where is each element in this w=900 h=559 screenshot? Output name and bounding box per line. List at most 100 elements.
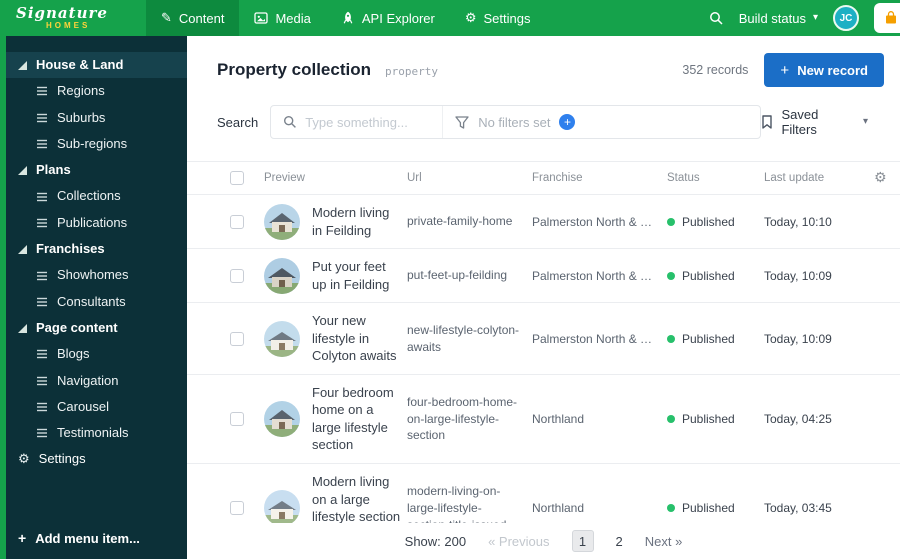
select-all-checkbox[interactable] (230, 171, 244, 185)
plus-icon: + (780, 61, 790, 79)
sidebar-item-label: Page content (36, 319, 118, 335)
column-url: Url (407, 172, 422, 184)
row-checkbox[interactable] (230, 411, 244, 426)
sidebar-item-plans[interactable]: Plans (0, 157, 187, 183)
filter-funnel-icon (455, 115, 469, 129)
table-row[interactable]: Modern living in Feilding private-family… (187, 195, 900, 250)
preview-thumbnail (264, 320, 300, 357)
status-dot (667, 217, 675, 226)
sidebar-item-blogs[interactable]: Blogs (0, 341, 187, 367)
content-header: Property collection property 352 records… (187, 36, 900, 97)
tab-settings[interactable]: ⚙ Settings (450, 0, 546, 36)
table-row[interactable]: Put your feet up in Feilding put-feet-up… (187, 249, 900, 304)
sidebar-item-label: Settings (38, 451, 86, 467)
sidebar-item-house-and-land[interactable]: House & Land (0, 52, 187, 79)
build-status-label: Build status (738, 10, 806, 26)
search-icon[interactable] (709, 11, 724, 26)
preview-thumbnail (264, 400, 300, 437)
sidebar-item-page-content[interactable]: Page content (0, 315, 187, 341)
logo-script-text: Signature (16, 3, 108, 22)
avatar[interactable]: JC (833, 5, 859, 31)
list-icon (36, 296, 48, 308)
search-label: Search (217, 114, 259, 130)
sidebar-item-publications[interactable]: Publications (0, 210, 187, 236)
apps-button[interactable] (874, 3, 900, 33)
pencil-icon: ✎ (161, 10, 172, 26)
previous-page-button[interactable]: « Previous (488, 534, 549, 549)
record-last-update: Today, 10:09 (764, 331, 832, 346)
row-checkbox[interactable] (230, 331, 244, 346)
expand-triangle-icon (18, 244, 27, 254)
status-text: Published (682, 411, 735, 426)
record-franchise: Palmerston North & … (532, 331, 653, 346)
list-icon (36, 375, 48, 387)
no-filters-text: No filters set (478, 114, 551, 130)
build-status-dropdown[interactable]: Build status ▾ (739, 11, 818, 26)
filter-row: Search No filters set + Saved Filters ▾ (187, 97, 900, 153)
tab-settings-label: Settings (483, 10, 531, 26)
sidebar-item-label: Publications (57, 214, 128, 230)
table-row[interactable]: Your new lifestyle in Colyton awaits new… (187, 303, 900, 375)
table-row[interactable]: Four bedroom home on a large lifestyle s… (187, 375, 900, 465)
record-franchise: Palmerston North & … (532, 268, 653, 283)
sidebar-item-label: Navigation (57, 372, 119, 388)
page-button-1[interactable]: 1 (571, 530, 594, 552)
status-dot (667, 414, 675, 423)
topbar: Signature HOMES ✎ Content Media API Expl… (0, 0, 900, 36)
page-button-2[interactable]: 2 (616, 534, 623, 549)
next-page-button[interactable]: Next » (645, 534, 683, 549)
row-checkbox[interactable] (230, 214, 244, 229)
row-checkbox[interactable] (230, 501, 244, 516)
sidebar-item-label: Collections (57, 188, 121, 204)
expand-triangle-icon (18, 323, 27, 333)
app-logo[interactable]: Signature HOMES (0, 0, 146, 36)
tab-media[interactable]: Media (239, 0, 325, 36)
record-status: Published (667, 412, 764, 426)
record-title: Modern living in Feilding (312, 205, 390, 238)
sidebar-item-testimonials[interactable]: Testimonials (0, 420, 187, 446)
column-settings-gear-icon[interactable]: ⚙ (874, 170, 887, 186)
record-last-update: Today, 04:25 (764, 411, 832, 426)
record-url: put-feet-up-feilding (407, 268, 508, 283)
saved-filters-dropdown[interactable]: Saved Filters ▾ (761, 107, 884, 137)
search-icon (283, 115, 297, 129)
preview-thumbnail (264, 490, 300, 527)
sidebar-item-sub-regions[interactable]: Sub-regions (0, 131, 187, 157)
sidebar-menu: House & Land Regions Suburbs Sub-regions… (0, 36, 187, 473)
sidebar: House & Land Regions Suburbs Sub-regions… (0, 36, 187, 559)
saved-filters-label: Saved Filters (781, 107, 819, 137)
preview-thumbnail (264, 257, 300, 294)
record-title: Put your feet up in Feilding (312, 259, 390, 292)
list-icon (36, 427, 48, 439)
sidebar-item-collections[interactable]: Collections (0, 183, 187, 209)
column-status: Status (667, 172, 700, 184)
sidebar-item-carousel[interactable]: Carousel (0, 394, 187, 420)
content-type-tag: property (384, 65, 438, 78)
sidebar-item-showhomes[interactable]: Showhomes (0, 262, 187, 288)
tab-content[interactable]: ✎ Content (146, 0, 240, 36)
sidebar-item-franchises[interactable]: Franchises (0, 236, 187, 262)
search-input[interactable] (305, 114, 416, 130)
sidebar-item-label: Testimonials (57, 425, 129, 441)
list-icon (36, 112, 48, 124)
status-text: Published (682, 331, 735, 346)
add-menu-item-button[interactable]: + Add menu item... (0, 517, 187, 559)
status-text: Published (682, 268, 735, 283)
sidebar-item-consultants[interactable]: Consultants (0, 289, 187, 315)
bookmark-icon (761, 115, 773, 129)
chevron-down-icon: ▾ (862, 116, 868, 127)
add-filter-button[interactable]: + (559, 114, 576, 130)
record-franchise: Northland (532, 411, 585, 426)
list-icon (36, 191, 48, 203)
status-dot (667, 504, 675, 513)
sidebar-item-navigation[interactable]: Navigation (0, 368, 187, 394)
new-record-button[interactable]: + New record (764, 53, 884, 87)
sidebar-item-regions[interactable]: Regions (0, 78, 187, 104)
sidebar-item-suburbs[interactable]: Suburbs (0, 105, 187, 131)
chevron-down-icon: ▾ (812, 12, 818, 23)
row-checkbox[interactable] (230, 268, 244, 283)
preview-thumbnail (264, 203, 300, 240)
tab-api-explorer[interactable]: API Explorer (326, 0, 450, 36)
sidebar-item-settings[interactable]: ⚙ Settings (0, 446, 187, 472)
tab-media-label: Media (275, 10, 311, 26)
